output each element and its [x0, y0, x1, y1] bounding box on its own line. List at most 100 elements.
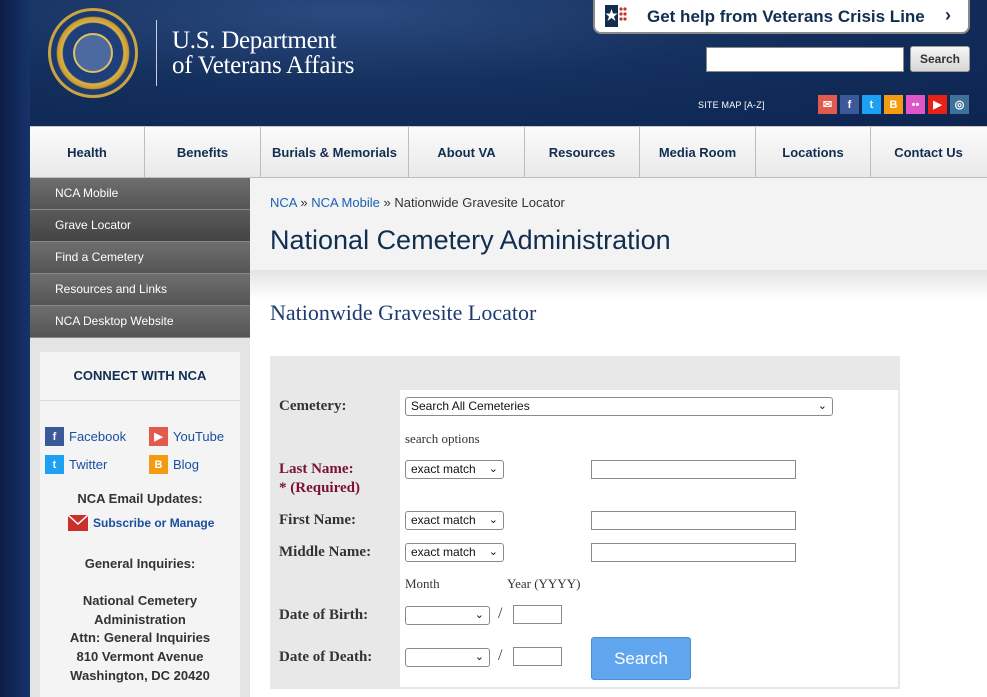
chevron-down-icon: ⌄ [474, 609, 484, 621]
department-name[interactable]: U.S. Department of Veterans Affairs [172, 27, 355, 79]
last-name-match-value: exact match [411, 462, 476, 476]
sidebar-item-find-cemetery[interactable]: Find a Cemetery [30, 242, 250, 274]
crisis-line-label: Get help from Veterans Crisis Line [647, 7, 925, 26]
blog-link[interactable]: B Blog [149, 455, 199, 474]
dod-slash: / [498, 647, 503, 664]
middle-name-label: Middle Name: [279, 544, 372, 560]
connect-panel: CONNECT WITH NCA f Facebook ▶ YouTube t … [40, 352, 240, 697]
header-divider [156, 20, 157, 86]
connect-divider [40, 400, 240, 401]
flickr-icon[interactable]: •• [906, 95, 925, 114]
dob-label: Date of Birth: [279, 607, 369, 623]
middle-name-input[interactable] [591, 543, 796, 562]
nav-locations[interactable]: Locations [756, 127, 871, 177]
dob-month-select[interactable]: ⌄ [405, 606, 490, 625]
twitter-icon[interactable]: t [862, 95, 881, 114]
left-edge [0, 0, 30, 697]
email-icon[interactable]: ✉ [818, 95, 837, 114]
nav-burials-memorials[interactable]: Burials & Memorials [261, 127, 409, 177]
chevron-right-icon: › [945, 5, 951, 25]
address-line-3: Attn: General Inquiries [69, 630, 211, 645]
site-search-input[interactable] [706, 47, 904, 72]
blogger-icon[interactable]: B [884, 95, 903, 114]
twitter-icon: t [45, 455, 64, 474]
breadcrumb: NCA » NCA Mobile » Nationwide Gravesite … [270, 195, 565, 210]
subscribe-link[interactable]: Subscribe or Manage [67, 514, 214, 531]
youtube-icon: ▶ [149, 427, 168, 446]
chevron-down-icon: ⌄ [488, 514, 498, 526]
site-header: U.S. Department of Veterans Affairs Get … [0, 0, 987, 126]
sidebar-item-nca-mobile[interactable]: NCA Mobile [30, 178, 250, 210]
crisis-line-button[interactable]: Get help from Veterans Crisis Line › [593, 0, 970, 34]
first-name-match-select[interactable]: exact match ⌄ [405, 511, 504, 530]
cemetery-label: Cemetery: [279, 398, 347, 414]
breadcrumb-nca[interactable]: NCA [270, 195, 297, 210]
facebook-link[interactable]: f Facebook [45, 427, 126, 446]
middle-name-match-value: exact match [411, 545, 476, 559]
youtube-icon[interactable]: ▶ [928, 95, 947, 114]
last-name-input[interactable] [591, 460, 796, 479]
site-map-link[interactable]: SITE MAP [A-Z] [698, 100, 765, 110]
address-line-1: National Cemetery [82, 593, 198, 608]
dod-year-input[interactable] [513, 647, 562, 666]
dept-line2: of Veterans Affairs [172, 52, 355, 79]
first-name-label: First Name: [279, 512, 357, 528]
cemetery-select[interactable]: Search All Cemeteries ⌄ [405, 397, 833, 416]
cemetery-select-value: Search All Cemeteries [411, 399, 530, 413]
last-name-match-select[interactable]: exact match ⌄ [405, 460, 504, 479]
nav-about-va[interactable]: About VA [409, 127, 525, 177]
instagram-icon[interactable]: ◎ [950, 95, 969, 114]
address-line-4: 810 Vermont Avenue [76, 649, 204, 664]
title-band-shadow [250, 270, 987, 300]
nav-benefits[interactable]: Benefits [145, 127, 261, 177]
nav-contact-us[interactable]: Contact Us [871, 127, 986, 177]
year-label: Year (YYYY) [507, 576, 581, 591]
required-note: * (Required) [279, 480, 360, 496]
site-search-button[interactable]: Search [910, 46, 970, 72]
gravesite-search-button[interactable]: Search [591, 637, 691, 680]
title-band [250, 178, 987, 270]
breadcrumb-separator: » [383, 195, 391, 210]
chevron-down-icon: ⌄ [488, 463, 498, 475]
breadcrumb-current: Nationwide Gravesite Locator [394, 195, 565, 210]
blog-label: Blog [173, 457, 200, 472]
nav-health[interactable]: Health [30, 127, 145, 177]
facebook-icon[interactable]: f [840, 95, 859, 114]
facebook-label: Facebook [69, 429, 127, 444]
sidebar-item-grave-locator[interactable]: Grave Locator [30, 210, 250, 242]
breadcrumb-nca-mobile[interactable]: NCA Mobile [311, 195, 380, 210]
youtube-link[interactable]: ▶ YouTube [149, 427, 224, 446]
email-updates-label: NCA Email Updates: [77, 491, 203, 506]
blogger-icon: B [149, 455, 168, 474]
page-title: National Cemetery Administration [270, 225, 671, 255]
seal-eagle [73, 33, 113, 73]
nav-media-room[interactable]: Media Room [640, 127, 756, 177]
middle-name-match-select[interactable]: exact match ⌄ [405, 543, 504, 562]
address-line-2: Administration [94, 612, 186, 627]
last-name-label: Last Name: [279, 461, 354, 477]
connect-title: CONNECT WITH NCA [73, 368, 207, 383]
first-name-match-value: exact match [411, 513, 476, 527]
header-social-icons: ✉ f t B •• ▶ ◎ [818, 95, 969, 114]
search-options-label: search options [405, 431, 480, 446]
page-subtitle: Nationwide Gravesite Locator [270, 300, 537, 325]
main-nav: Health Benefits Burials & Memorials Abou… [30, 126, 987, 178]
sidebar-item-desktop-website[interactable]: NCA Desktop Website [30, 306, 250, 338]
sidebar-item-resources-links[interactable]: Resources and Links [30, 274, 250, 306]
sidebar: NCA Mobile Grave Locator Find a Cemetery… [30, 178, 250, 697]
breadcrumb-separator: » [300, 195, 308, 210]
twitter-link[interactable]: t Twitter [45, 455, 107, 474]
general-inquiries-label: General Inquiries: [84, 556, 196, 571]
chevron-down-icon: ⌄ [474, 651, 484, 663]
facebook-icon: f [45, 427, 64, 446]
month-label: Month [405, 576, 440, 591]
nav-resources[interactable]: Resources [525, 127, 640, 177]
va-seal-icon[interactable] [48, 8, 138, 98]
dod-month-select[interactable]: ⌄ [405, 648, 490, 667]
crisis-line-icon [605, 5, 627, 27]
dob-slash: / [498, 605, 503, 622]
dept-line1: U.S. Department [172, 27, 337, 54]
chevron-down-icon: ⌄ [488, 546, 498, 558]
dob-year-input[interactable] [513, 605, 562, 624]
first-name-input[interactable] [591, 511, 796, 530]
